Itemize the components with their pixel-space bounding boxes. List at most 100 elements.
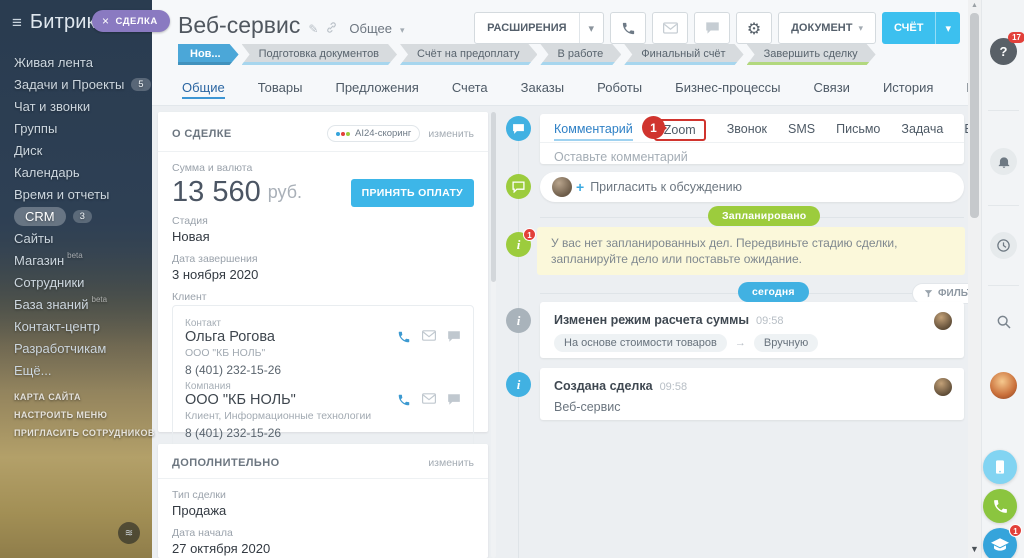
pipeline-selector[interactable]: Общее: [349, 21, 392, 36]
chat-company-icon[interactable]: [447, 393, 461, 406]
tab-quotes[interactable]: Предложения: [335, 70, 418, 105]
planned-info-icon: i 1: [506, 232, 531, 257]
stage-docs[interactable]: Подготовка документов: [242, 44, 397, 65]
sidebar-item-developers[interactable]: Разработчикам: [0, 337, 152, 359]
performance-widget-icon[interactable]: ≋: [118, 522, 140, 544]
deal-amount[interactable]: 13 560: [172, 176, 261, 209]
search-button[interactable]: [990, 308, 1017, 335]
company-phone[interactable]: 8 (401) 232-15-26: [185, 426, 461, 440]
tab-robots[interactable]: Роботы: [597, 70, 642, 105]
sidebar-item-sites[interactable]: Сайты: [0, 227, 152, 249]
clock-icon: [996, 238, 1011, 253]
discussion-stream-icon: [506, 174, 531, 199]
timeline-entry[interactable]: Изменен режим расчета суммы 09:58 На осн…: [540, 302, 964, 358]
tab-history[interactable]: История: [883, 70, 933, 105]
contact-phone[interactable]: 8 (401) 232-15-26: [185, 363, 461, 377]
close-icon[interactable]: ×: [102, 14, 110, 28]
deal-panel-scrollbar[interactable]: [491, 112, 496, 558]
sidebar-item-knowledge[interactable]: База знанийbeta: [0, 293, 152, 315]
call-contact-icon[interactable]: [397, 330, 411, 344]
page-scrollbar[interactable]: ▲ ▼: [968, 0, 981, 558]
tab-comment[interactable]: Комментарий: [554, 122, 633, 141]
telephony-button[interactable]: [983, 489, 1017, 523]
sidebar-item-crm[interactable]: CRM3: [0, 205, 152, 227]
chat-icon: [705, 21, 720, 35]
tab-dependencies[interactable]: Связи: [814, 70, 850, 105]
company-name[interactable]: ООО "КБ НОЛЬ": [185, 392, 296, 408]
stage-new[interactable]: Нов...: [178, 44, 239, 65]
training-button[interactable]: 1: [983, 528, 1017, 558]
tasks-count-badge: 5: [131, 78, 150, 91]
sitemap-link[interactable]: КАРТА САЙТА: [14, 392, 155, 402]
document-button[interactable]: ДОКУМЕНТ▾: [778, 12, 876, 44]
chat-button[interactable]: [694, 12, 730, 44]
start-date-value[interactable]: 27 октября 2020: [172, 541, 474, 556]
tab-email[interactable]: Письмо: [836, 122, 880, 141]
time-management-button[interactable]: [990, 232, 1017, 259]
stage-final-invoice[interactable]: Финальный счёт: [624, 44, 743, 65]
phone-icon: [992, 498, 1009, 515]
deal-type-value[interactable]: Продажа: [172, 503, 474, 518]
sidebar-item-more[interactable]: Ещё...: [0, 359, 152, 381]
help-button[interactable]: ? 17: [990, 38, 1017, 65]
tab-products[interactable]: Товары: [258, 70, 303, 105]
contact-name[interactable]: Ольга Рогова: [185, 329, 275, 345]
extensions-dropdown-icon[interactable]: ▾: [579, 13, 604, 43]
sidebar-item-chat[interactable]: Чат и звонки: [0, 95, 152, 117]
close-date-value[interactable]: 3 ноября 2020: [172, 267, 474, 282]
scroll-down-icon[interactable]: ▼: [970, 544, 979, 554]
tab-orders[interactable]: Заказы: [521, 70, 564, 105]
notifications-button[interactable]: [990, 148, 1017, 175]
sidebar-item-live-feed[interactable]: Живая лента: [0, 51, 152, 73]
sidebar-item-disk[interactable]: Диск: [0, 139, 152, 161]
link-icon[interactable]: [326, 22, 337, 36]
invoice-button[interactable]: СЧЁТ ▾: [882, 12, 960, 44]
configure-menu-link[interactable]: НАСТРОИТЬ МЕНЮ: [14, 410, 155, 420]
extensions-button[interactable]: РАСШИРЕНИЯ ▾: [474, 12, 604, 44]
sidebar-item-employees[interactable]: Сотрудники: [0, 271, 152, 293]
email-company-icon[interactable]: [422, 393, 436, 404]
email-contact-icon[interactable]: [422, 330, 436, 341]
arrow-right-icon: →: [735, 337, 746, 349]
tab-workflows[interactable]: Бизнес-процессы: [675, 70, 780, 105]
edit-extra-link[interactable]: изменить: [428, 457, 474, 469]
invite-employees-link[interactable]: ПРИГЛАСИТЬ СОТРУДНИКОВ: [14, 428, 155, 438]
stage-close-deal[interactable]: Завершить сделку: [747, 44, 876, 65]
sidebar-item-calendar[interactable]: Календарь: [0, 161, 152, 183]
stage-in-progress[interactable]: В работе: [540, 44, 621, 65]
deal-tabs: Общие Товары Предложения Счета Заказы Ро…: [152, 70, 968, 106]
tab-call[interactable]: Звонок: [727, 122, 767, 141]
tab-task[interactable]: Задача: [901, 122, 943, 141]
stage-prepayment[interactable]: Счёт на предоплату: [400, 44, 537, 65]
ai-scoring-badge[interactable]: AI24-скоринг: [327, 125, 420, 142]
sidebar-item-time[interactable]: Время и отчеты: [0, 183, 152, 205]
menu-icon[interactable]: ≡: [12, 14, 22, 31]
sidebar-item-contact-center[interactable]: Контакт-центр: [0, 315, 152, 337]
call-company-icon[interactable]: [397, 393, 411, 407]
tab-sms[interactable]: SMS: [788, 122, 815, 141]
edit-deal-link[interactable]: изменить: [428, 128, 474, 140]
scroll-up-icon[interactable]: ▲: [971, 2, 978, 9]
mobile-app-button[interactable]: [983, 450, 1017, 484]
sidebar-item-tasks[interactable]: Задачи и Проекты5: [0, 73, 152, 95]
tab-general[interactable]: Общие: [182, 70, 225, 105]
sidebar-item-groups[interactable]: Группы: [0, 117, 152, 139]
timeline-entry[interactable]: Создана сделка 09:58 Веб-сервис: [540, 368, 964, 420]
stage-value[interactable]: Новая: [172, 229, 474, 244]
invoice-dropdown-icon[interactable]: ▾: [935, 12, 960, 44]
call-button[interactable]: [610, 12, 646, 44]
comment-input[interactable]: Оставьте комментарий: [540, 142, 964, 171]
chevron-down-icon: ▾: [400, 25, 405, 36]
edit-title-icon[interactable]: ✎: [308, 22, 318, 36]
chat-contact-icon[interactable]: [447, 330, 461, 343]
email-button[interactable]: [652, 12, 688, 44]
invite-to-discussion-input[interactable]: + Пригласить к обсуждению: [540, 172, 964, 202]
deal-slider-chip[interactable]: × СДЕЛКА: [92, 10, 170, 32]
settings-button[interactable]: ⚙: [736, 12, 772, 44]
user-avatar[interactable]: [990, 372, 1017, 399]
sidebar-item-store[interactable]: Магазинbeta: [0, 249, 152, 271]
scrollbar-thumb[interactable]: [970, 13, 979, 218]
history-info-icon: i: [506, 308, 531, 333]
accept-payment-button[interactable]: ПРИНЯТЬ ОПЛАТУ: [351, 179, 474, 207]
tab-invoices[interactable]: Счета: [452, 70, 488, 105]
